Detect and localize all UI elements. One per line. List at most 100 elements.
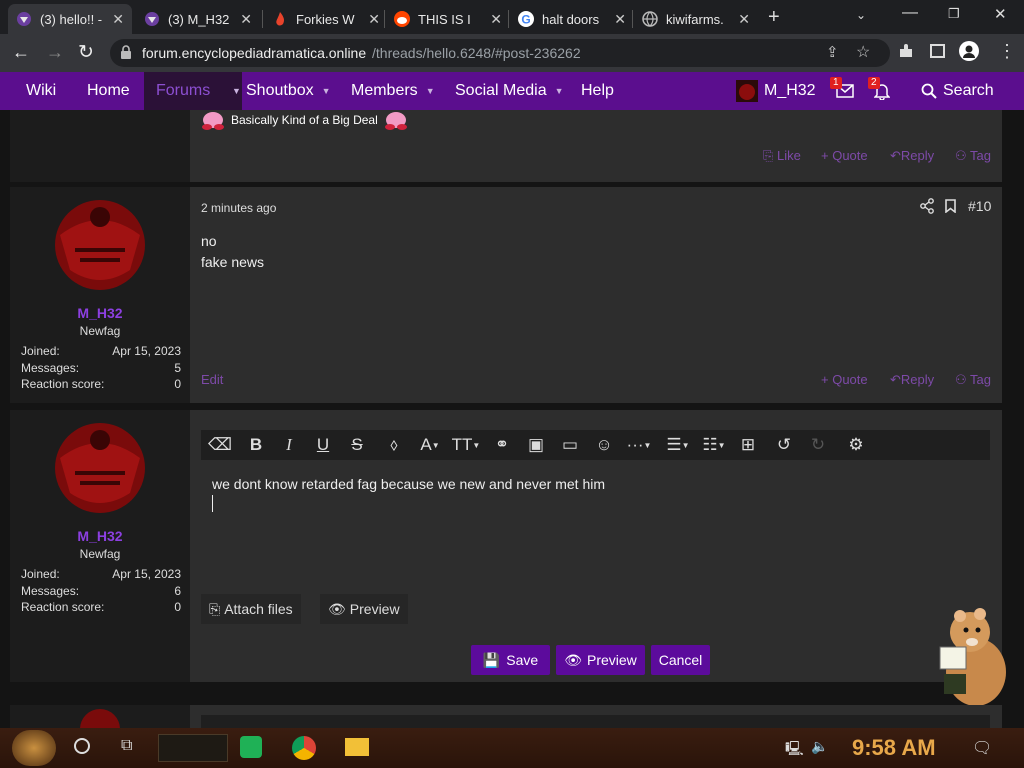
restore-icon[interactable]: ❐ [948,6,960,22]
redo-icon[interactable]: ↻ [803,430,833,460]
post-username[interactable]: M_H32 [10,528,190,544]
image-icon[interactable]: ▣ [521,430,551,460]
edit-link[interactable]: Edit [201,372,223,387]
nav-wiki[interactable]: Wiki [26,72,56,110]
close-icon[interactable]: ✕ [112,11,124,28]
close-icon[interactable]: ✕ [490,11,502,28]
account-menu[interactable]: M_H32 [736,72,816,110]
font-family-icon[interactable]: A ▼ [413,430,447,460]
inbox-button[interactable]: 1 [830,72,854,110]
chrome-icon[interactable] [292,736,316,760]
window-close-icon[interactable]: ✕ [994,5,1007,23]
bookmark-icon[interactable] [945,199,956,213]
nav-help[interactable]: Help [581,72,614,110]
quote-link[interactable]: + Quote [821,372,868,387]
notification-icon[interactable]: 🗨 [972,738,992,758]
post-user-sidebar: M_H32 Newfag Joined: Apr 15, 2023 Message… [10,410,190,682]
reload-icon[interactable]: ↻ [78,41,94,64]
back-icon[interactable]: ← [12,42,30,63]
text-color-icon[interactable]: ⬨ [379,430,409,460]
tag-link[interactable]: ⚇ Tag [955,372,991,388]
eraser-icon[interactable]: ⌫ [205,430,235,460]
cancel-button[interactable]: Cancel [651,645,710,675]
search-button[interactable]: Search [921,72,994,110]
browser-tab[interactable]: THIS IS I ✕ [386,4,510,34]
network-icon[interactable]: 🖳 [785,738,804,762]
underline-icon[interactable]: U [308,430,338,460]
font-size-icon[interactable]: TT ▼ [449,430,483,460]
post-body: Basically Kind of a Big Deal ⎘ Like + Qu… [190,110,1002,182]
sticky-notes-icon[interactable] [240,736,262,758]
nav-shoutbox[interactable]: Shoutbox ▼ [246,72,331,110]
avatar[interactable] [50,195,150,295]
media-icon[interactable]: ▭ [555,430,585,460]
nav-home[interactable]: Home [87,72,130,110]
kirby-icon [201,110,225,130]
quote-link[interactable]: + Quote [821,148,868,163]
post-number[interactable]: #10 [968,198,991,214]
settings-gear-icon[interactable]: ⚙ [841,430,871,460]
italic-icon[interactable]: I [274,430,304,460]
file-explorer-icon[interactable] [345,738,369,756]
attach-files-label: Attach files [224,601,293,617]
browser-tab[interactable]: kiwifarms. ✕ [634,4,758,34]
nav-social-media[interactable]: Social Media ▼ [455,72,564,110]
browser-tab[interactable]: (3) M_H32 ✕ [136,4,260,34]
stat-value: Apr 15, 2023 [112,344,181,358]
list-icon[interactable]: ☷ ▼ [697,430,731,460]
browser-tab[interactable]: (3) hello!! - ✕ [8,4,132,34]
undo-icon[interactable]: ↺ [769,430,799,460]
align-icon[interactable]: ☰ ▼ [661,430,695,460]
taskbar-clock[interactable]: 9:58 AM [852,735,936,761]
bold-icon[interactable]: B [241,430,271,460]
post-username[interactable]: M_H32 [10,305,190,321]
avatar[interactable] [50,418,150,518]
strikethrough-icon[interactable]: S [342,430,372,460]
nav-forums-dropdown[interactable]: ▼ [230,72,242,110]
reply-link[interactable]: ↶Reply [890,148,934,164]
close-icon[interactable]: ✕ [738,11,750,28]
browser-tab[interactable]: Forkies W ✕ [264,4,388,34]
extensions-icon[interactable] [898,43,914,59]
tag-link[interactable]: ⚇ Tag [955,148,991,164]
smilies-icon[interactable]: ☺ [589,430,619,460]
search-circle-icon[interactable] [74,738,90,754]
volume-muted-icon[interactable]: 🔈 [811,738,828,755]
reply-link[interactable]: ↶Reply [890,372,934,388]
like-link[interactable]: ⎘ Like [763,148,801,164]
post-previous: Basically Kind of a Big Deal ⎘ Like + Qu… [10,110,1002,182]
editor-area: ⌫ B I U S ⬨ A ▼ TT ▼ ⚭ ▣ ▭ ☺ ··· ▼ ☰ ▼ ☷ ▼ ⊞ … [190,410,1002,682]
share-icon[interactable]: ⇪ [826,43,839,61]
preview-toggle-button[interactable]: 👁 Preview [320,594,408,624]
start-button-icon[interactable] [12,730,56,766]
browser-tab[interactable]: G halt doors ✕ [510,4,634,34]
forward-icon[interactable]: → [46,42,64,63]
reply-label: Reply [900,148,935,163]
alerts-button[interactable]: 2 [868,72,890,110]
close-icon[interactable]: ✕ [614,11,626,28]
task-view-icon[interactable]: ⧉ [121,737,132,755]
address-bar[interactable]: forum.encyclopediadramatica.online /thre… [110,39,890,67]
close-icon[interactable]: ✕ [368,11,380,28]
side-panel-icon[interactable] [930,44,945,58]
minimize-icon[interactable]: — [902,4,918,22]
save-button[interactable]: 💾 Save [471,645,550,675]
tab-search-icon[interactable]: ⌄ [856,8,866,22]
attach-files-button[interactable]: ⎘ Attach files [201,594,301,624]
nav-members[interactable]: Members ▼ [351,72,435,110]
link-icon[interactable]: ⚭ [487,430,517,460]
close-icon[interactable]: ✕ [240,11,252,28]
share-icon[interactable] [920,198,934,214]
menu-kebab-icon[interactable]: ⋮ [998,41,1016,62]
nav-forums[interactable]: Forums [144,72,230,110]
stat-label: Reaction score: [21,377,105,391]
new-tab-icon[interactable]: + [768,6,780,29]
preview-button[interactable]: 👁 Preview [556,645,645,675]
taskbar-slot[interactable] [158,734,228,762]
post-timestamp[interactable]: 2 minutes ago [201,201,276,215]
more-options-icon[interactable]: ··· ▼ [621,430,657,460]
message-editor-input[interactable]: we dont know retarded fag because we new… [201,460,990,582]
table-icon[interactable]: ⊞ [733,430,763,460]
profile-avatar-icon[interactable] [959,41,979,61]
bookmark-star-icon[interactable]: ☆ [856,42,870,62]
